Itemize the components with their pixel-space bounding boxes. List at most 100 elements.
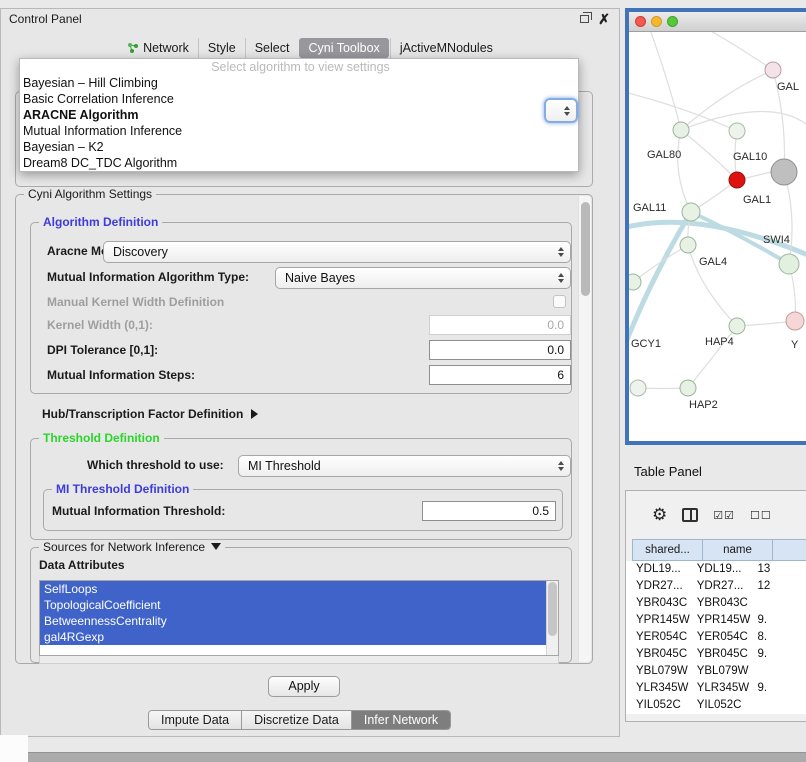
network-node-label: GAL11 (633, 202, 666, 214)
which-threshold-combo[interactable]: MI Threshold (238, 455, 571, 477)
select-all-checkboxes-icon[interactable]: ☑☑ (713, 509, 735, 522)
zoom-traffic-light[interactable] (667, 16, 678, 27)
popup-item-selected[interactable]: ARACNE Algorithm (20, 107, 578, 123)
network-node[interactable] (729, 123, 745, 139)
hub-transcription-factor-section[interactable]: Hub/Transcription Factor Definition (42, 405, 258, 423)
network-edge[interactable] (784, 172, 792, 264)
table-row[interactable]: YBR045CYBR045C9. (632, 646, 806, 663)
column-header-shared-name[interactable]: shared... (632, 539, 702, 561)
table-row[interactable]: YER054CYER054C8. (632, 629, 806, 646)
popup-item[interactable]: Basic Correlation Inference (20, 91, 578, 107)
list-scrollbar-thumb[interactable] (548, 582, 557, 636)
network-canvas[interactable]: GALGAL80GAL10GAL11GAL1SWI4GAL4GCY1HAP4YH… (629, 32, 806, 440)
hub-section-label: Hub/Transcription Factor Definition (42, 407, 243, 421)
tab-cyni-toolbox[interactable]: Cyni Toolbox (299, 38, 388, 58)
table-row[interactable]: YBL079WYBL079W (632, 663, 806, 680)
network-node[interactable] (729, 318, 745, 334)
table-cell: YBR043C (693, 595, 754, 612)
chevron-up-down-icon (558, 273, 564, 283)
tab-impute-data[interactable]: Impute Data (149, 711, 241, 729)
expanded-arrow-icon[interactable] (211, 543, 221, 550)
popup-item[interactable]: Mutual Information Inference (20, 123, 578, 139)
table-cell: YER054C (632, 629, 693, 646)
table-row[interactable]: YPR145WYPR145W9. (632, 612, 806, 629)
column-header-name[interactable]: name (702, 539, 772, 561)
network-node[interactable] (771, 159, 797, 185)
dpi-tolerance-field[interactable] (429, 340, 571, 360)
column-header-extra[interactable] (772, 539, 806, 561)
popup-item[interactable]: Dream8 DC_TDC Algorithm (20, 155, 578, 171)
close-traffic-light[interactable] (635, 16, 646, 27)
popup-item[interactable]: Bayesian – K2 (20, 139, 578, 155)
tab-jactivemnodules[interactable]: jActiveMNodules (390, 38, 502, 58)
list-item[interactable]: BetweennessCentrality (40, 613, 546, 629)
threshold-definition-group: Threshold Definition Which threshold to … (30, 438, 572, 540)
mi-threshold-group: MI Threshold Definition Mutual Informati… (43, 489, 563, 531)
network-view-window: GALGAL80GAL10GAL11GAL1SWI4GAL4GCY1HAP4YH… (625, 8, 806, 445)
network-node[interactable] (680, 380, 696, 396)
network-node[interactable] (765, 62, 781, 78)
list-item[interactable]: gal4RGexp (40, 629, 546, 645)
table-cell (753, 595, 806, 612)
tab-style[interactable]: Style (198, 38, 245, 58)
list-horizontal-scrollbar[interactable] (39, 656, 559, 664)
apply-button[interactable]: Apply (268, 676, 340, 697)
control-panel-title: Control Panel (9, 9, 82, 29)
columns-icon[interactable] (682, 508, 698, 522)
tab-discretize-data[interactable]: Discretize Data (241, 711, 351, 729)
table-row[interactable]: YLR345WYLR345W9. (632, 680, 806, 697)
mi-steps-field[interactable] (429, 365, 571, 385)
network-window-titlebar[interactable] (629, 12, 806, 32)
network-node[interactable] (682, 203, 700, 221)
gear-icon[interactable]: ⚙ (652, 505, 667, 525)
data-attributes-list[interactable]: SelfLoops TopologicalCoefficient Between… (39, 580, 559, 656)
close-icon[interactable]: ✗ (598, 10, 610, 28)
network-edge[interactable] (704, 32, 773, 70)
network-node[interactable] (630, 380, 646, 396)
network-node[interactable] (786, 312, 804, 330)
aracne-mode-combo[interactable]: Discovery (103, 241, 571, 263)
bottom-taskbar[interactable] (28, 752, 806, 762)
mi-threshold-field[interactable] (422, 501, 556, 521)
minimize-traffic-light[interactable] (651, 16, 662, 27)
list-item[interactable]: TopologicalCoefficient (40, 597, 546, 613)
table-row[interactable]: YDL19...YDL19...13 (632, 561, 806, 578)
tab-infer-network[interactable]: Infer Network (351, 711, 450, 729)
table-cell: 9. (753, 680, 806, 697)
network-node-label: SWI4 (763, 234, 790, 246)
list-scrollbar[interactable] (546, 581, 558, 655)
mi-algorithm-type-combo[interactable]: Naive Bayes (275, 267, 571, 289)
table-row[interactable]: YIL052CYIL052C (632, 697, 806, 714)
tab-select[interactable]: Select (245, 38, 299, 58)
table-cell: YDR27... (632, 578, 693, 595)
network-node[interactable] (729, 172, 745, 188)
algorithm-combo-arrow-button[interactable] (544, 98, 578, 123)
table-cell: YPR145W (693, 612, 754, 629)
table-row[interactable]: YDR27...YDR27...12 (632, 578, 806, 595)
kernel-width-label: Kernel Width (0,1): (47, 318, 153, 332)
network-edge[interactable] (681, 70, 773, 130)
table-cell: YLR345W (632, 680, 693, 697)
popup-item[interactable]: Bayesian – Hill Climbing (20, 75, 578, 91)
table-row[interactable]: YBR043CYBR043C (632, 595, 806, 612)
manual-kernel-width-checkbox[interactable] (553, 295, 566, 308)
network-edge[interactable] (649, 32, 681, 130)
network-edge[interactable] (681, 130, 737, 180)
network-node[interactable] (680, 237, 696, 253)
restore-window-icon[interactable] (580, 15, 589, 23)
popup-placeholder: Select algorithm to view settings (20, 59, 578, 75)
settings-scrollbar-thumb[interactable] (581, 202, 590, 296)
network-node[interactable] (673, 122, 689, 138)
settings-scrollbar[interactable] (578, 196, 591, 662)
list-item[interactable]: SelfLoops (40, 581, 546, 597)
collapsed-arrow-icon[interactable] (251, 409, 258, 419)
network-edge[interactable] (678, 130, 691, 212)
tab-network[interactable]: Network (118, 38, 198, 58)
table-cell: 9. (753, 612, 806, 629)
sources-group-title[interactable]: Sources for Network Inference (39, 540, 225, 554)
kernel-width-field[interactable] (429, 315, 571, 335)
network-node[interactable] (629, 274, 641, 290)
network-node[interactable] (779, 254, 799, 274)
tab-jactivemnodules-label: jActiveMNodules (400, 41, 493, 55)
deselect-all-checkboxes-icon[interactable]: ☐☐ (750, 509, 772, 522)
